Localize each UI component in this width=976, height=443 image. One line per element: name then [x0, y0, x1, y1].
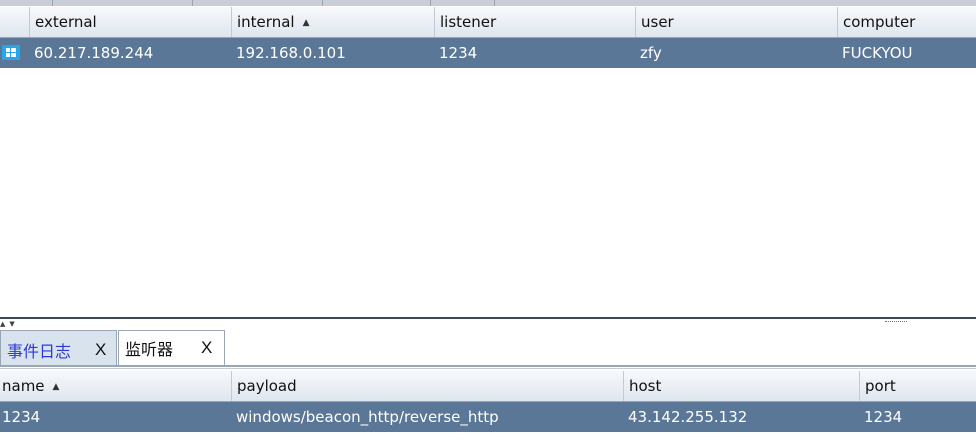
column-header-label: name — [2, 377, 45, 395]
column-header-host[interactable]: host — [623, 371, 859, 401]
cell-listener: 1234 — [439, 44, 478, 62]
cell-internal: 192.168.0.101 — [236, 44, 346, 62]
sessions-table-header: external internal ▲ listener user compute… — [0, 7, 976, 38]
tab-event-log[interactable]: 事件日志 X — [0, 330, 117, 366]
tab-close-button[interactable]: X — [95, 340, 106, 360]
tab-label: 监听器 — [125, 340, 174, 359]
column-header-label: host — [629, 377, 662, 395]
column-header-external[interactable]: external — [29, 7, 231, 37]
toolbar-segment — [192, 0, 323, 6]
tab-label: 事件日志 — [7, 342, 72, 361]
session-row[interactable]: 60.217.189.244 192.168.0.101 1234 zfy FU… — [0, 38, 976, 68]
cell-user: zfy — [640, 44, 662, 62]
column-header-label: external — [35, 13, 97, 31]
column-header-user[interactable]: user — [635, 7, 837, 37]
column-header-name[interactable]: name ▲ — [0, 371, 231, 401]
column-header-icon[interactable] — [0, 7, 30, 37]
sort-ascending-icon: ▲ — [302, 18, 310, 28]
column-header-payload[interactable]: payload — [231, 371, 623, 401]
tab-listeners[interactable]: 监听器 X — [118, 330, 225, 366]
column-header-computer[interactable]: computer — [837, 7, 976, 37]
split-grip-handle[interactable] — [885, 321, 907, 325]
tab-close-button[interactable]: X — [201, 338, 212, 358]
top-toolbar-edge — [0, 0, 976, 6]
listeners-table-header: name ▲ payload host port — [0, 371, 976, 402]
cell-host: 43.142.255.132 — [628, 408, 748, 426]
toolbar-segment — [52, 0, 193, 6]
column-header-label: computer — [843, 13, 916, 31]
cell-port: 1234 — [864, 408, 903, 426]
split-pane-arrows[interactable]: ▲▼ — [0, 320, 19, 328]
arrow-up-icon[interactable]: ▲ — [0, 320, 9, 328]
listener-row[interactable]: 1234 windows/beacon_http/reverse_http 43… — [0, 402, 976, 432]
cell-payload: windows/beacon_http/reverse_http — [236, 408, 499, 426]
column-header-label: internal — [237, 13, 295, 31]
tab-bar: 事件日志 X 监听器 X — [0, 328, 976, 366]
column-header-label: user — [641, 13, 674, 31]
cell-computer: FUCKYOU — [842, 44, 913, 62]
toolbar-segment — [322, 0, 431, 6]
column-header-port[interactable]: port — [859, 371, 976, 401]
windows-icon — [2, 45, 20, 60]
sort-ascending-icon: ▲ — [52, 382, 60, 392]
split-pane-divider[interactable] — [0, 317, 976, 319]
cell-name: 1234 — [2, 408, 41, 426]
column-header-label: payload — [237, 377, 297, 395]
toolbar-segment — [430, 0, 495, 6]
arrow-down-icon[interactable]: ▼ — [9, 320, 18, 328]
column-header-label: listener — [440, 13, 497, 31]
toolbar-segment — [0, 0, 53, 6]
column-header-internal[interactable]: internal ▲ — [231, 7, 434, 37]
column-header-listener[interactable]: listener — [434, 7, 635, 37]
cell-external: 60.217.189.244 — [34, 44, 154, 62]
tab-underline — [0, 365, 976, 367]
column-header-label: port — [865, 377, 896, 395]
tab-underline-inner — [0, 368, 976, 369]
